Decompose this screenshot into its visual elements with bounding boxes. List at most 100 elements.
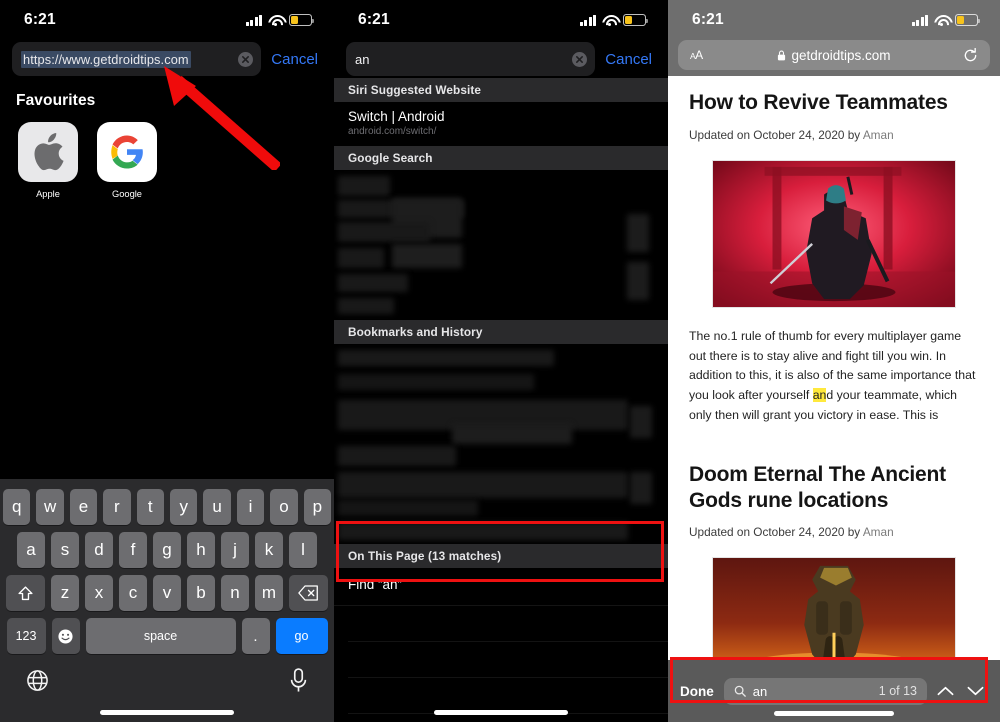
clear-circle-icon[interactable] (238, 51, 254, 67)
key-u[interactable]: u (203, 489, 231, 525)
address-bar[interactable]: AA getdroidtips.com (678, 40, 990, 70)
article-2: Doom Eternal The Ancient Gods rune locat… (668, 426, 1000, 697)
article-paragraph: The no.1 rule of thumb for every multipl… (689, 327, 979, 427)
shift-icon[interactable] (6, 575, 45, 611)
screenshot-stage: 6:21 https://www.getdroidtips.com Cancel… (0, 0, 1000, 722)
key-n[interactable]: n (221, 575, 249, 611)
key-y[interactable]: y (170, 489, 198, 525)
cancel-button[interactable]: Cancel (271, 51, 322, 68)
key-m[interactable]: m (255, 575, 283, 611)
cancel-button[interactable]: Cancel (605, 51, 656, 68)
article-1: How to Revive Teammates Updated on Octob… (668, 76, 1000, 426)
article-meta-prefix: Updated on October 24, 2020 by (689, 127, 863, 142)
search-input[interactable]: an (346, 42, 596, 76)
bookmarks-history-results-blurred[interactable] (334, 344, 668, 544)
favourite-label: Apple (36, 189, 60, 199)
key-p[interactable]: p (303, 489, 332, 525)
article-image-ghost-of-tsushima[interactable] (712, 159, 956, 308)
wifi-icon (934, 15, 949, 27)
home-indicator (434, 710, 568, 715)
status-time: 6:21 (24, 11, 56, 28)
clear-circle-icon[interactable] (572, 51, 588, 67)
home-indicator (774, 711, 894, 716)
article-meta: Updated on October 24, 2020 by Aman (689, 525, 979, 539)
section-header-google-search: Google Search (334, 146, 668, 170)
list-item[interactable] (348, 714, 668, 722)
article-title: How to Revive Teammates (689, 91, 948, 114)
suggestion-title: Switch | Android (348, 109, 445, 124)
microphone-icon[interactable] (289, 668, 308, 698)
section-header-siri: Siri Suggested Website (334, 78, 668, 102)
key-l[interactable]: l (289, 532, 317, 568)
key-x[interactable]: x (85, 575, 113, 611)
go-key[interactable]: go (275, 618, 328, 654)
key-q[interactable]: q (2, 489, 31, 525)
favourite-item-apple[interactable]: Apple (18, 122, 78, 199)
key-w[interactable]: w (36, 489, 64, 525)
key-j[interactable]: j (221, 532, 249, 568)
keyboard-row-1: q w e r t y u i o p (0, 479, 334, 525)
article-title: Doom Eternal The Ancient Gods rune locat… (689, 463, 946, 512)
status-time: 6:21 (692, 11, 724, 28)
suggestion-row-switch-android[interactable]: Switch | Android android.com/switch/ (334, 102, 668, 146)
period-key[interactable]: . (241, 618, 270, 654)
lock-icon (778, 50, 786, 60)
battery-icon (955, 14, 981, 26)
numbers-key[interactable]: 123 (6, 618, 46, 654)
key-a[interactable]: a (17, 532, 45, 568)
phone-panel-2: 6:21 an Cancel Siri Suggested Website Sw… (334, 0, 668, 722)
article-meta: Updated on October 24, 2020 by Aman (689, 128, 979, 142)
on-this-page-highlight-box (336, 521, 664, 582)
wifi-icon (268, 15, 283, 27)
battery-icon (289, 14, 315, 26)
key-v[interactable]: v (153, 575, 181, 611)
phone-panel-1: 6:21 https://www.getdroidtips.com Cancel… (0, 0, 334, 722)
backspace-icon[interactable] (289, 575, 328, 611)
favourite-item-google[interactable]: Google (97, 122, 157, 199)
emoji-icon[interactable] (51, 618, 80, 654)
favourite-label: Google (112, 189, 142, 199)
search-match-highlight: an (812, 388, 827, 403)
key-e[interactable]: e (69, 489, 98, 525)
browser-chrome: 6:21 AA getdroidtips.com (668, 0, 1000, 76)
key-o[interactable]: o (270, 489, 298, 525)
google-logo-icon (97, 122, 157, 182)
key-s[interactable]: s (51, 532, 79, 568)
keyboard-row-3: z x c v b n m (0, 568, 334, 611)
signal-icon (245, 14, 262, 26)
key-g[interactable]: g (153, 532, 181, 568)
key-c[interactable]: c (119, 575, 147, 611)
url-input-value: https://www.getdroidtips.com (21, 50, 191, 68)
status-bar: 6:21 (334, 0, 668, 40)
key-z[interactable]: z (51, 575, 79, 611)
article-author: Aman (862, 525, 894, 540)
key-k[interactable]: k (255, 532, 283, 568)
key-b[interactable]: b (187, 575, 215, 611)
key-t[interactable]: t (136, 489, 164, 525)
list-item[interactable] (348, 606, 668, 642)
signal-icon (579, 14, 596, 26)
phone-panel-3: 6:21 AA getdroidtips.com How to Revive T… (668, 0, 1000, 722)
space-key[interactable]: space (85, 618, 236, 654)
keyboard-row-4: 123 space . go (0, 611, 334, 654)
status-icons (911, 14, 981, 27)
battery-icon (623, 14, 649, 26)
key-r[interactable]: r (103, 489, 131, 525)
key-f[interactable]: f (119, 532, 147, 568)
key-d[interactable]: d (85, 532, 113, 568)
home-indicator (100, 710, 234, 715)
list-item[interactable] (348, 642, 668, 678)
status-bar: 6:21 (0, 0, 334, 40)
list-item[interactable] (348, 678, 668, 714)
globe-icon[interactable] (26, 669, 49, 697)
favourites-grid: Apple Google (0, 110, 334, 199)
status-icons (579, 14, 649, 27)
url-bar-row: https://www.getdroidtips.com Cancel (0, 40, 334, 78)
find-bar-highlight-box (670, 657, 988, 703)
key-i[interactable]: i (236, 489, 265, 525)
google-search-results-blurred[interactable] (334, 170, 668, 320)
address-bar-url: getdroidtips.com (791, 47, 891, 63)
key-h[interactable]: h (187, 532, 215, 568)
suggestion-subtitle: android.com/switch/ (348, 126, 437, 137)
url-input[interactable]: https://www.getdroidtips.com (12, 42, 262, 76)
